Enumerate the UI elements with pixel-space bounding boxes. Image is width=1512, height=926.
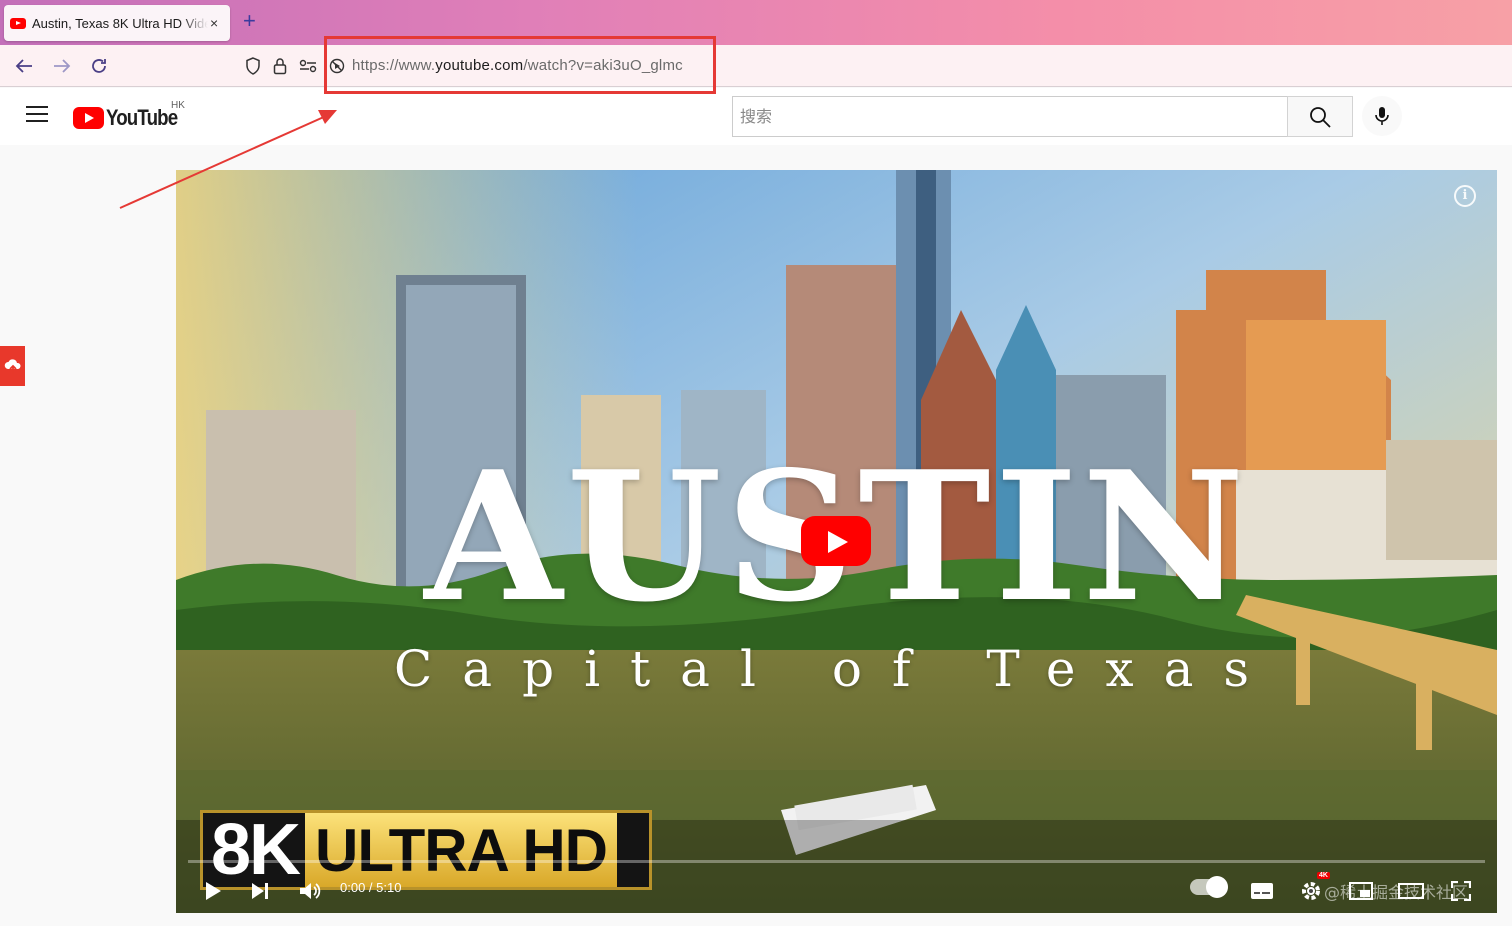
reload-button[interactable]: [87, 54, 111, 78]
watermark: @稀土掘金技术社区: [1324, 883, 1469, 902]
search-input[interactable]: [733, 97, 1288, 136]
settings-button[interactable]: [1298, 878, 1324, 904]
time-display: 0:00 / 5:10: [340, 880, 402, 895]
arrow-left-icon: [15, 59, 32, 73]
microphone-icon: [1375, 107, 1389, 125]
subtitles-icon: [1251, 883, 1273, 899]
youtube-play-logo-icon: [73, 107, 104, 129]
play-icon: [206, 882, 221, 900]
screen: Austin, Texas 8K Ultra HD Video × + http…: [0, 0, 1512, 926]
voice-search-button[interactable]: [1362, 96, 1402, 136]
cloud-upload-icon: [4, 359, 21, 374]
quality-badge: 4K: [1317, 872, 1330, 879]
search-box: [732, 96, 1288, 137]
logo-text: YouTube: [106, 105, 178, 130]
youtube-favicon-icon: [10, 17, 26, 29]
gear-icon: [1302, 882, 1320, 900]
reload-icon: [92, 59, 106, 73]
info-icon[interactable]: i: [1454, 185, 1476, 207]
video-player[interactable]: AUSTIN Capital of Texas i 8K ULTRA HD 0:…: [176, 170, 1497, 913]
new-tab-button[interactable]: +: [243, 10, 256, 32]
side-floating-button[interactable]: [0, 346, 25, 386]
forward-button[interactable]: [50, 54, 74, 78]
tab-close-icon[interactable]: ×: [210, 15, 218, 31]
tab-strip: Austin, Texas 8K Ultra HD Video × +: [0, 0, 1512, 45]
lock-icon[interactable]: [273, 57, 287, 75]
youtube-header: YouTube HK: [0, 88, 1512, 145]
arrow-right-icon: [54, 59, 71, 73]
play-button[interactable]: [202, 878, 224, 904]
back-button[interactable]: [12, 54, 36, 78]
next-button[interactable]: [249, 878, 271, 904]
menu-icon[interactable]: [26, 106, 48, 124]
progress-bar[interactable]: [188, 860, 1485, 863]
volume-icon: [300, 883, 321, 899]
video-subtitle-overlay: Capital of Texas: [394, 640, 1280, 698]
subtitles-button[interactable]: [1249, 878, 1275, 904]
autoplay-toggle[interactable]: [1190, 876, 1228, 898]
navigation-bar: https://www.youtube.com/watch?v=aki3uO_g…: [0, 45, 1512, 87]
region-code: HK: [171, 100, 185, 111]
mute-button[interactable]: [298, 878, 324, 904]
browser-tab[interactable]: Austin, Texas 8K Ultra HD Video ×: [4, 5, 230, 41]
large-play-button[interactable]: [801, 516, 871, 566]
url-highlight-box: [324, 36, 716, 94]
search-icon: [1310, 106, 1331, 128]
skip-next-icon: [252, 883, 268, 899]
shield-icon[interactable]: [245, 57, 261, 75]
permissions-icon[interactable]: [299, 59, 317, 73]
search-button[interactable]: [1287, 96, 1353, 137]
player-controls: 0:00 / 5:10 4K @稀土掘金技术社区: [176, 870, 1497, 913]
tab-title: Austin, Texas 8K Ultra HD Video: [32, 15, 208, 31]
